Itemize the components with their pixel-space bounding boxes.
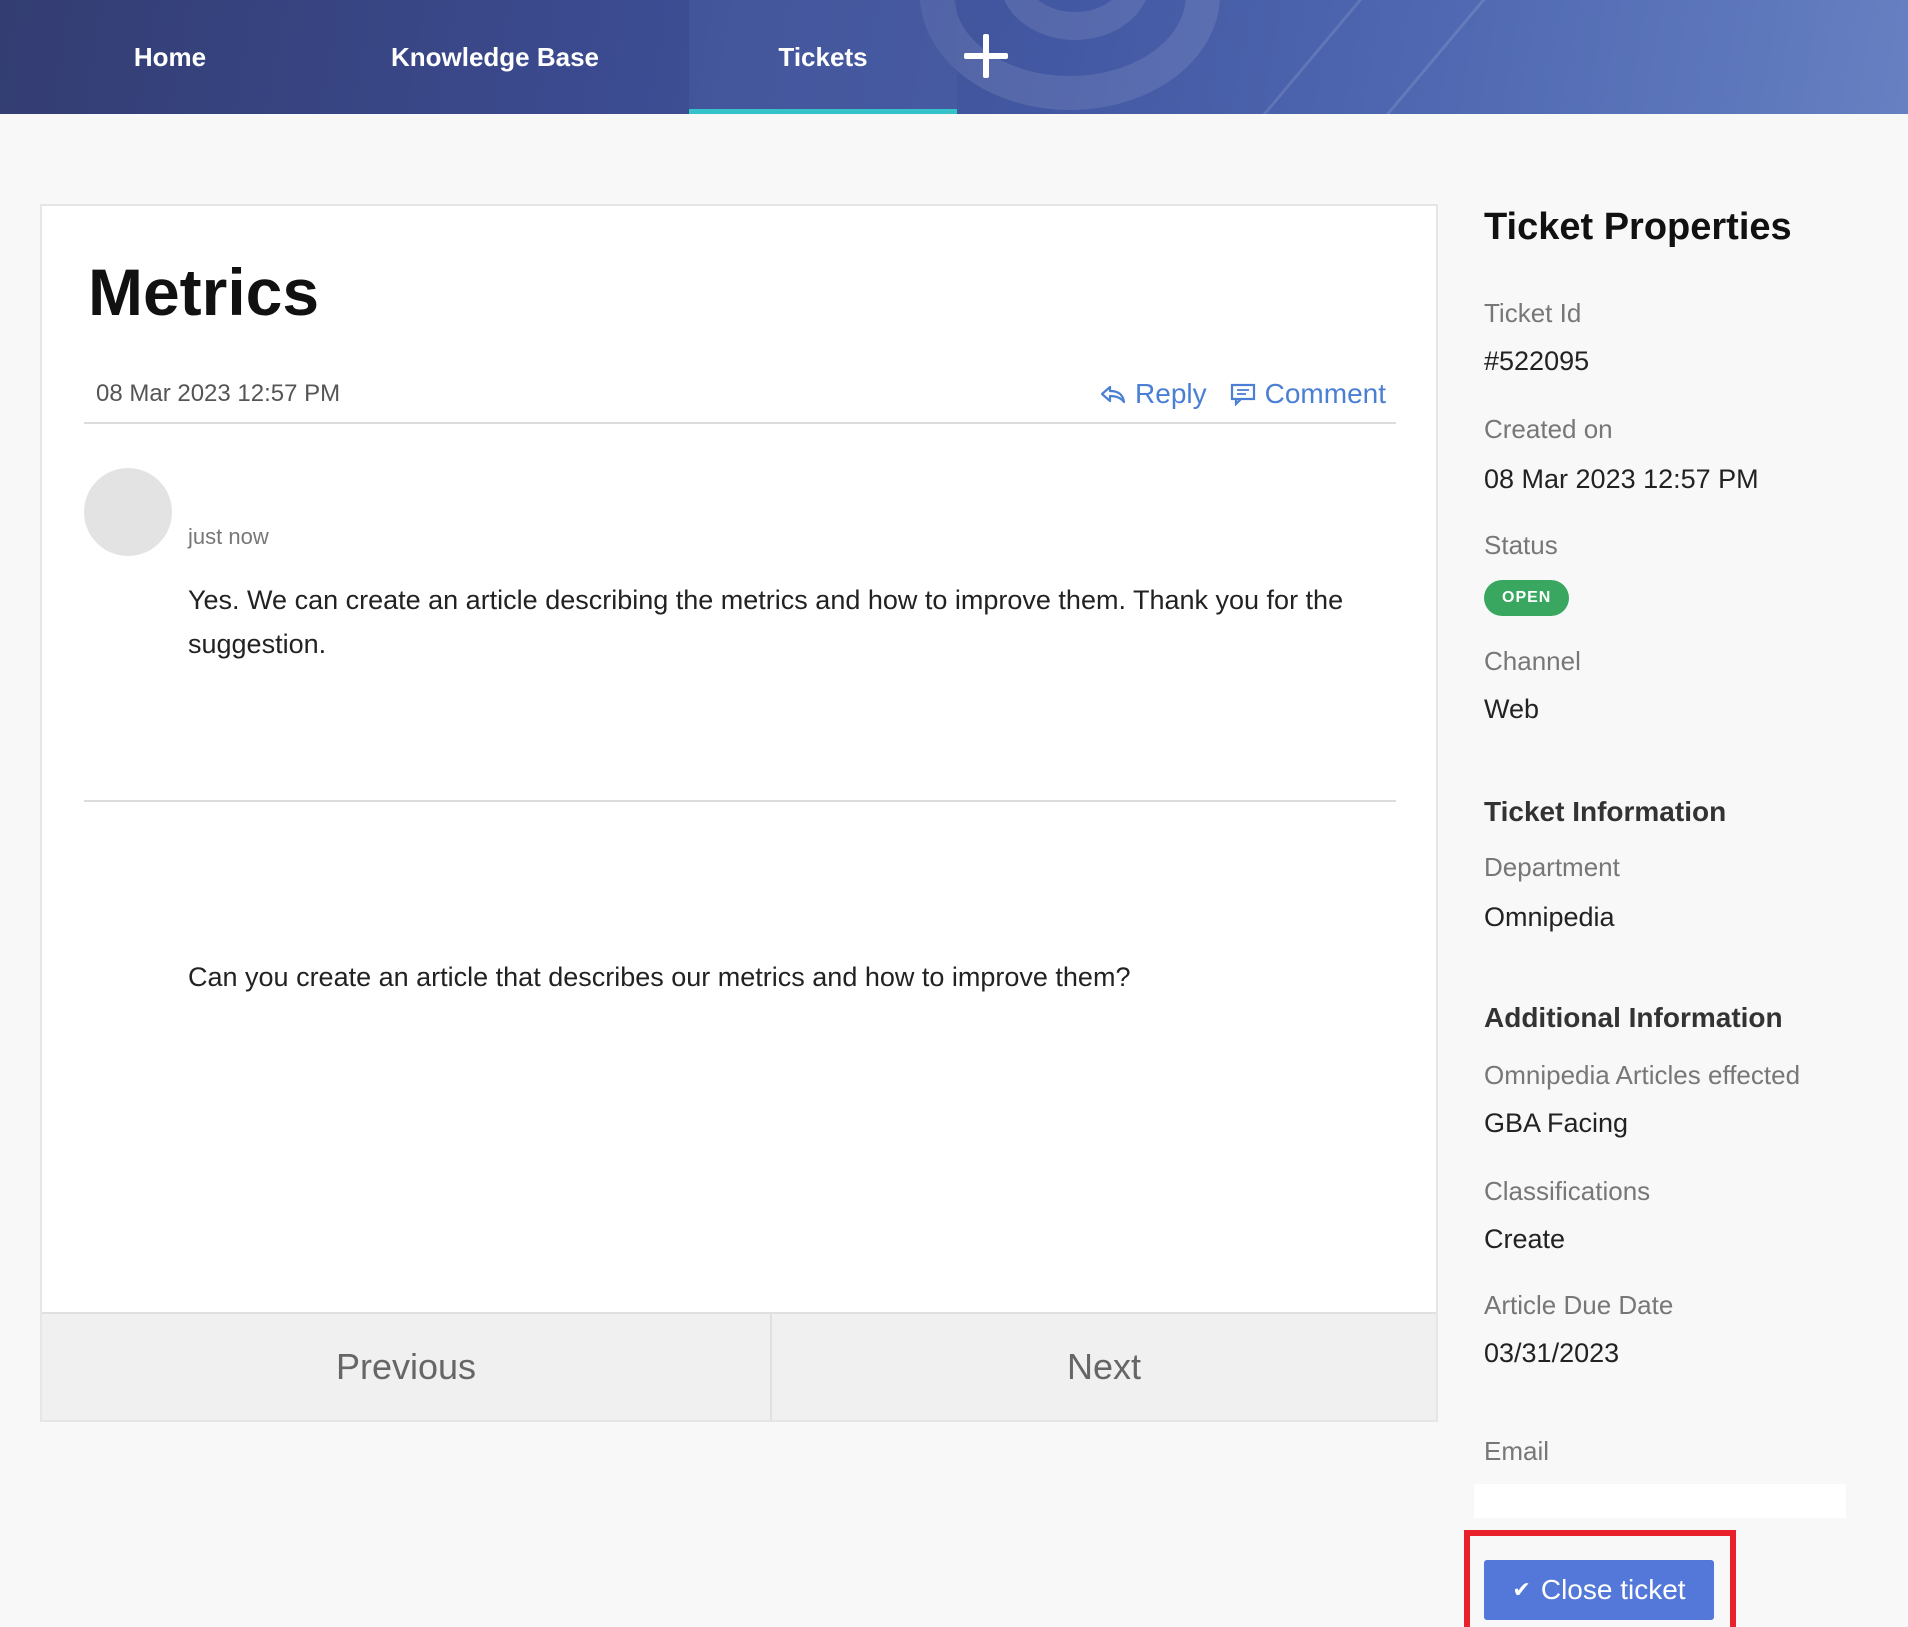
department-value: Omnipedia (1484, 902, 1615, 932)
header-stripe (1216, 0, 1387, 114)
due-date-value: 03/31/2023 (1484, 1338, 1620, 1368)
message-time: just now (188, 524, 269, 549)
close-ticket-label: Close ticket (1540, 1574, 1686, 1605)
divider (84, 422, 1396, 424)
department-label: Department (1484, 852, 1620, 882)
ticket-id-label: Ticket Id (1484, 298, 1582, 328)
reply-icon (1100, 385, 1126, 404)
email-label: Email (1484, 1436, 1550, 1466)
pager: Previous Next (42, 1312, 1436, 1420)
nav-tickets-label: Tickets (778, 41, 868, 72)
created-label: Created on (1484, 414, 1613, 444)
comment-button[interactable]: Comment (1229, 378, 1386, 410)
reply-button[interactable]: Reply (1099, 378, 1207, 410)
ticket-properties-sidebar: Ticket Properties Ticket Id #522095 Crea… (1464, 0, 1908, 1627)
email-field[interactable] (1474, 1484, 1846, 1518)
status-badge: OPEN (1484, 580, 1570, 616)
status-label: Status (1484, 530, 1558, 560)
ticket-panel: Metrics 08 Mar 2023 12:57 PM Reply Comme… (40, 204, 1438, 1422)
additional-information-heading: Additional Information (1484, 1002, 1783, 1033)
nav-knowledge-base[interactable]: Knowledge Base (380, 0, 610, 114)
ticket-id-value: #522095 (1484, 346, 1590, 376)
classifications-label: Classifications (1484, 1176, 1651, 1206)
divider (84, 800, 1396, 802)
articles-label: Omnipedia Articles effected (1484, 1060, 1801, 1090)
ticket-actions: Reply Comment (1099, 378, 1386, 410)
nav-knowledge-base-label: Knowledge Base (390, 41, 600, 72)
next-label: Next (1066, 1346, 1142, 1387)
ticket-information-heading: Ticket Information (1484, 796, 1727, 827)
previous-button[interactable]: Previous (42, 1314, 772, 1420)
sidebar-heading: Ticket Properties (1484, 206, 1792, 248)
comment-icon (1230, 383, 1255, 406)
channel-label: Channel (1484, 646, 1581, 676)
created-value: 08 Mar 2023 12:57 PM (1484, 464, 1759, 494)
check-icon: ✔ (1512, 1577, 1531, 1602)
due-date-label: Article Due Date (1484, 1290, 1674, 1320)
channel-value: Web (1484, 694, 1540, 724)
previous-label: Previous (335, 1346, 477, 1387)
reply-label: Reply (1135, 378, 1207, 409)
ticket-question: Can you create an article that describes… (188, 962, 1131, 992)
ticket-date: 08 Mar 2023 12:57 PM (96, 380, 341, 407)
comment-label: Comment (1264, 378, 1386, 409)
nav-home-label: Home (133, 41, 207, 72)
close-ticket-button[interactable]: ✔ Close ticket (1484, 1560, 1714, 1620)
avatar (84, 468, 172, 556)
active-tab-indicator (689, 109, 957, 114)
nav-tickets[interactable]: Tickets (689, 0, 957, 114)
message-body: Yes. We can create an article describing… (188, 585, 1344, 659)
next-button[interactable]: Next (772, 1314, 1436, 1420)
articles-value: GBA Facing (1484, 1108, 1629, 1138)
plus-icon[interactable] (962, 32, 1010, 80)
ticket-title: Metrics (88, 255, 320, 329)
nav-home[interactable]: Home (110, 0, 230, 114)
classifications-value: Create (1484, 1224, 1566, 1254)
